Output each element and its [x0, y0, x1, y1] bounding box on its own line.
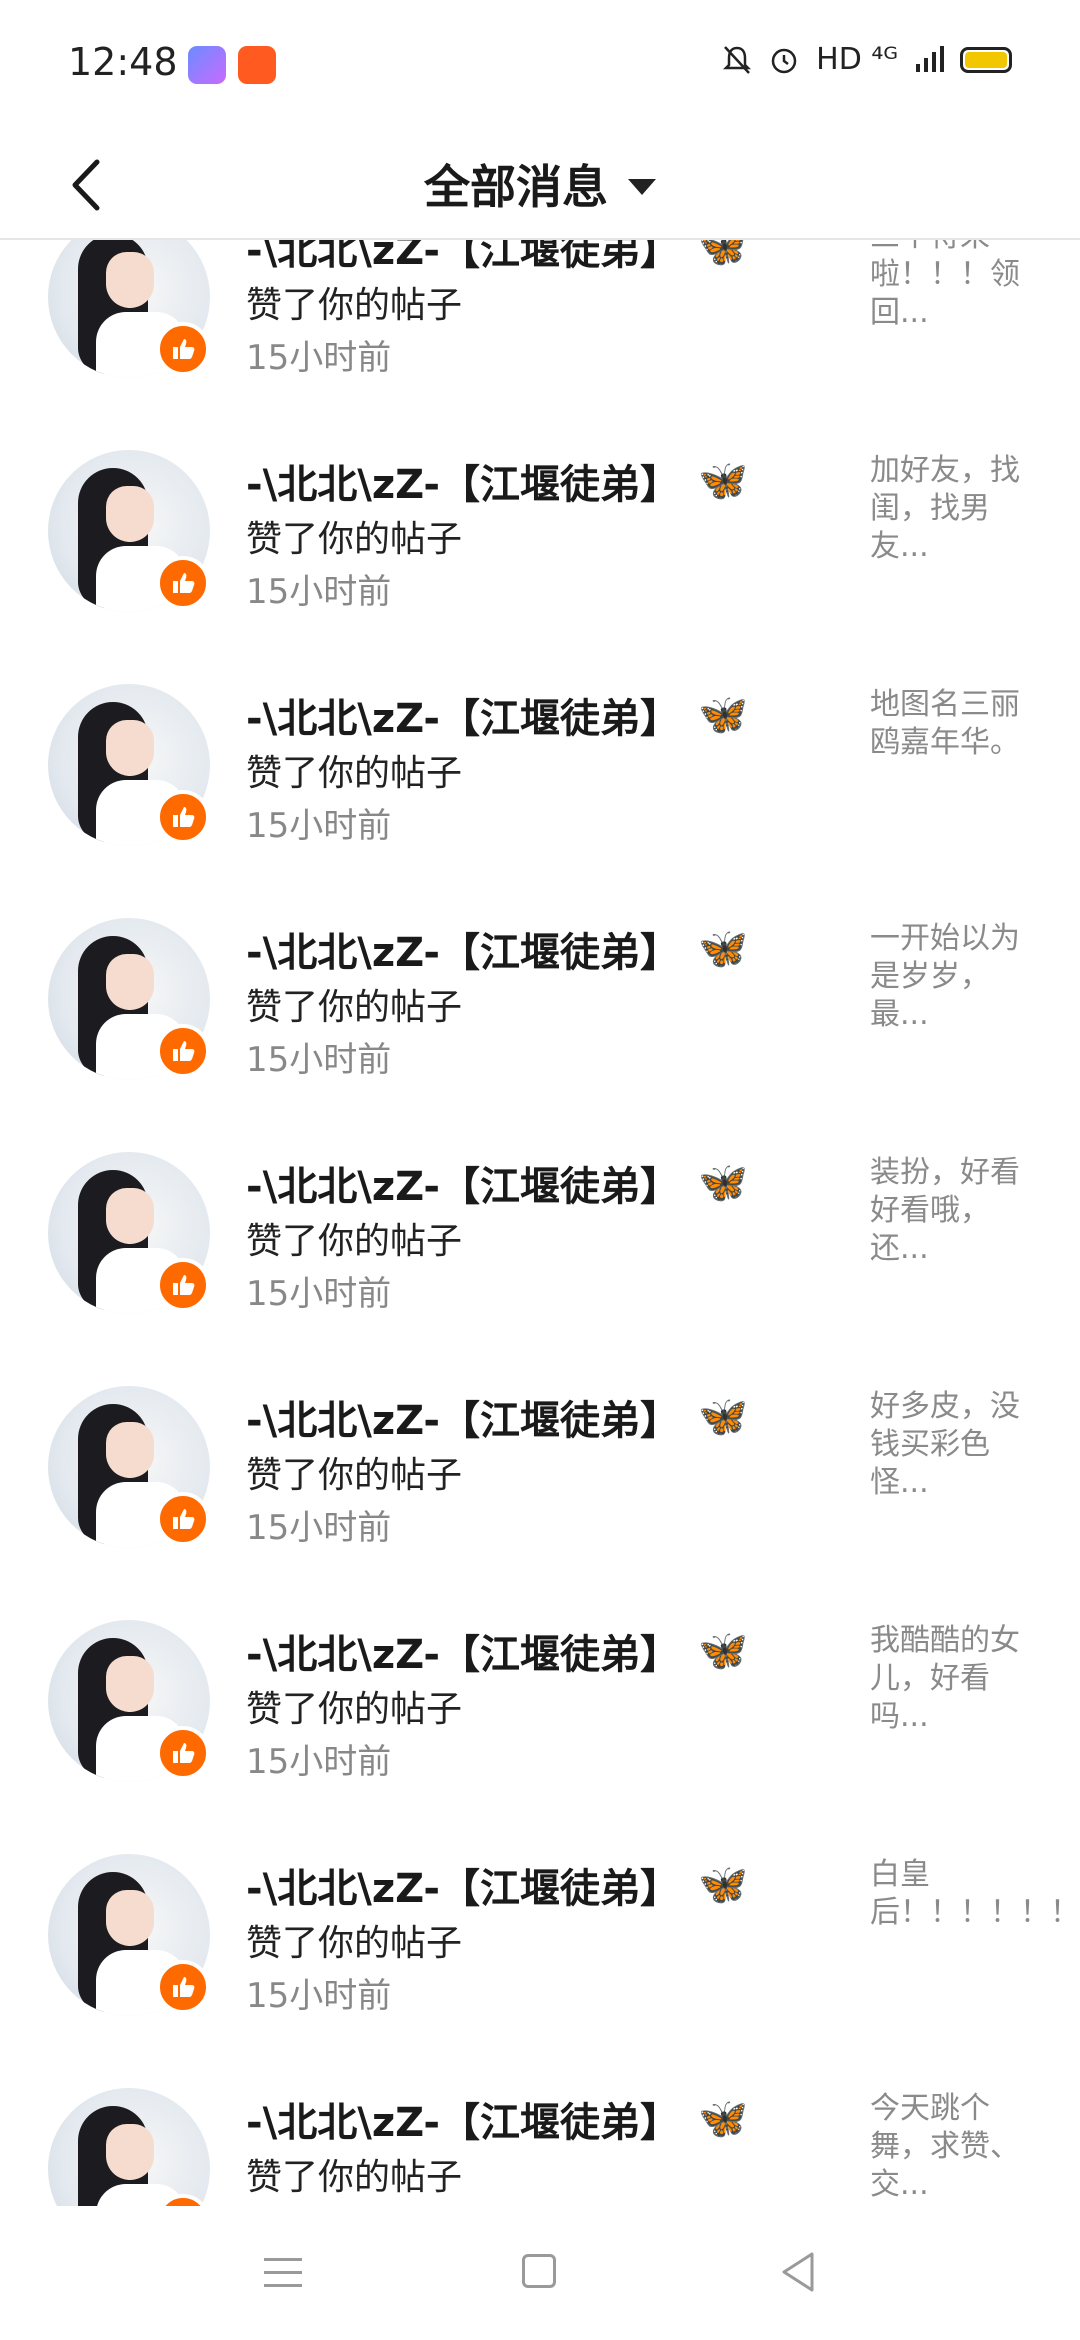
thumbs-up-icon — [156, 322, 210, 376]
notification-item[interactable]: -\北北\zZ-【江堰徒弟】 🦋 赞了你的帖子 15小时前 我酷酷的女儿，好看吗... — [0, 1586, 1080, 1820]
action-text: 赞了你的帖子 — [246, 987, 463, 1028]
notification-item[interactable]: -\北北\zZ-【江堰徒弟】 🦋 赞了你的帖子 15小时前 装扮，好看好看哦，还... — [0, 1118, 1080, 1352]
post-preview[interactable]: 我酷酷的女儿，好看吗... — [870, 1622, 1040, 1736]
system-nav-bar — [0, 2210, 1080, 2340]
timestamp: 15小时前 — [246, 572, 392, 612]
action-text: 赞了你的帖子 — [246, 1455, 463, 1496]
user-name[interactable]: -\北北\zZ-【江堰徒弟】 — [246, 2090, 680, 2148]
notification-item[interactable]: -\北北\zZ-【江堰徒弟】 🦋 赞了你的帖子 15小时前 地图名三丽鸥嘉年华。 — [0, 650, 1080, 884]
name-row: -\北北\zZ-【江堰徒弟】 🦋 — [246, 2090, 748, 2148]
thumbs-up-icon — [156, 556, 210, 610]
user-name[interactable]: -\北北\zZ-【江堰徒弟】 — [246, 1154, 680, 1212]
thumbs-up-icon — [156, 1960, 210, 2014]
butterfly-icon: 🦋 — [698, 240, 748, 270]
message-filter-dropdown[interactable]: 全部消息 — [0, 130, 1080, 238]
user-name[interactable]: -\北北\zZ-【江堰徒弟】 — [246, 452, 680, 510]
battery-icon — [960, 46, 1012, 73]
timestamp: 15小时前 — [246, 2202, 391, 2206]
action-text: 赞了你的帖子 — [246, 1923, 463, 1964]
action-text: 赞了你的帖子 — [246, 1221, 463, 1262]
action-text: 赞了你的帖子 — [246, 2157, 463, 2198]
post-preview[interactable]: 一开始以为是岁岁，最... — [870, 920, 1040, 1034]
name-row: -\北北\zZ-【江堰徒弟】 🦋 — [246, 240, 748, 276]
action-text: 赞了你的帖子 — [246, 285, 463, 326]
thumbs-up-icon — [156, 1024, 210, 1078]
name-row: -\北北\zZ-【江堰徒弟】 🦋 — [246, 1622, 748, 1680]
thumbs-up-icon — [156, 790, 210, 844]
notification-item[interactable]: -\北北\zZ-【江堰徒弟】 🦋 赞了你的帖子 15小时前 好多皮，没钱买彩色怪... — [0, 1352, 1080, 1586]
notification-item[interactable]: -\北北\zZ-【江堰徒弟】 🦋 赞了你的帖子 15小时前 加好友，找闺，找男友... — [0, 416, 1080, 650]
timestamp: 15小时前 — [246, 806, 392, 846]
thumbs-up-icon — [156, 1258, 210, 1312]
notification-item[interactable]: -\北北\zZ-【江堰徒弟】 🦋 赞了你的帖子 15小时前 一开始以为是岁岁，最... — [0, 884, 1080, 1118]
app-notification-icon — [238, 46, 276, 84]
post-preview[interactable]: 地图名三丽鸥嘉年华。 — [870, 686, 1040, 762]
notification-item[interactable]: -\北北\zZ-【江堰徒弟】 🦋 赞了你的帖子 15小时前 白皇后！！！！！！！ — [0, 1820, 1080, 2054]
status-time: 12:48 — [68, 40, 178, 84]
butterfly-icon: 🦋 — [698, 1394, 748, 1440]
post-preview[interactable]: 三个待来啦！！！领回... — [870, 240, 1040, 332]
menu-icon[interactable] — [264, 2256, 302, 2290]
alarm-icon — [771, 48, 797, 73]
user-name[interactable]: -\北北\zZ-【江堰徒弟】 — [246, 240, 680, 276]
name-row: -\北北\zZ-【江堰徒弟】 🦋 — [246, 686, 748, 744]
app-notification-icon — [188, 46, 226, 84]
user-name[interactable]: -\北北\zZ-【江堰徒弟】 — [246, 1388, 680, 1446]
header: 全部消息 — [0, 130, 1080, 240]
user-name[interactable]: -\北北\zZ-【江堰徒弟】 — [246, 1622, 680, 1680]
notification-item[interactable]: -\北北\zZ-【江堰徒弟】 🦋 赞了你的帖子 15小时前 三个待来啦！！！领回... — [0, 240, 1080, 416]
user-name[interactable]: -\北北\zZ-【江堰徒弟】 — [246, 1856, 680, 1914]
name-row: -\北北\zZ-【江堰徒弟】 🦋 — [246, 1154, 748, 1212]
name-row: -\北北\zZ-【江堰徒弟】 🦋 — [246, 1388, 748, 1446]
post-preview[interactable]: 加好友，找闺，找男友... — [870, 452, 1040, 566]
timestamp: 15小时前 — [246, 1742, 392, 1782]
thumbs-up-icon — [156, 1492, 210, 1546]
action-text: 赞了你的帖子 — [246, 1689, 463, 1730]
post-preview[interactable]: 装扮，好看好看哦，还... — [870, 1154, 1040, 1268]
notification-list[interactable]: -\北北\zZ-【江堰徒弟】🦋赞了你的帖子15小时前三个待来啦！！！领回...-… — [0, 240, 1080, 2206]
mute-bell-icon — [723, 45, 752, 74]
post-preview[interactable]: 白皇后！！！！！！！ — [870, 1856, 1080, 1932]
timestamp: 15小时前 — [246, 1976, 392, 2016]
user-name[interactable]: -\北北\zZ-【江堰徒弟】 — [246, 686, 680, 744]
butterfly-icon: 🦋 — [698, 1862, 748, 1908]
butterfly-icon: 🦋 — [698, 2096, 748, 2142]
post-preview[interactable]: 今天跳个舞，求赞、交... — [870, 2090, 1040, 2204]
butterfly-icon: 🦋 — [698, 692, 748, 738]
status-indicators: HD ⁴ᴳ — [722, 42, 1012, 77]
action-text: 赞了你的帖子 — [246, 519, 463, 560]
avatar[interactable] — [48, 2088, 210, 2206]
home-square-icon[interactable] — [522, 2254, 556, 2288]
name-row: -\北北\zZ-【江堰徒弟】 🦋 — [246, 920, 748, 978]
thumbs-up-icon — [156, 1726, 210, 1780]
back-triangle-icon[interactable] — [778, 2250, 818, 2294]
butterfly-icon: 🦋 — [698, 1628, 748, 1674]
timestamp: 15小时前 — [246, 1274, 392, 1314]
action-text: 赞了你的帖子 — [246, 753, 463, 794]
butterfly-icon: 🦋 — [698, 1160, 748, 1206]
timestamp: 15小时前 — [246, 1508, 392, 1548]
page-title: 全部消息 — [424, 160, 608, 214]
butterfly-icon: 🦋 — [698, 458, 748, 504]
name-row: -\北北\zZ-【江堰徒弟】 🦋 — [246, 1856, 748, 1914]
post-preview[interactable]: 好多皮，没钱买彩色怪... — [870, 1388, 1040, 1502]
butterfly-icon: 🦋 — [698, 926, 748, 972]
triangle-down-icon — [628, 179, 656, 195]
user-name[interactable]: -\北北\zZ-【江堰徒弟】 — [246, 920, 680, 978]
network-indicator: HD ⁴ᴳ — [816, 42, 898, 77]
timestamp: 15小时前 — [246, 1040, 392, 1080]
notification-item[interactable]: -\北北\zZ-【江堰徒弟】 🦋 赞了你的帖子 15小时前 今天跳个舞，求赞、交... — [0, 2054, 1080, 2206]
timestamp: 15小时前 — [246, 338, 392, 378]
name-row: -\北北\zZ-【江堰徒弟】 🦋 — [246, 452, 748, 510]
status-bar: 12:48 HD ⁴ᴳ — [0, 0, 1080, 130]
signal-icon — [916, 45, 944, 72]
